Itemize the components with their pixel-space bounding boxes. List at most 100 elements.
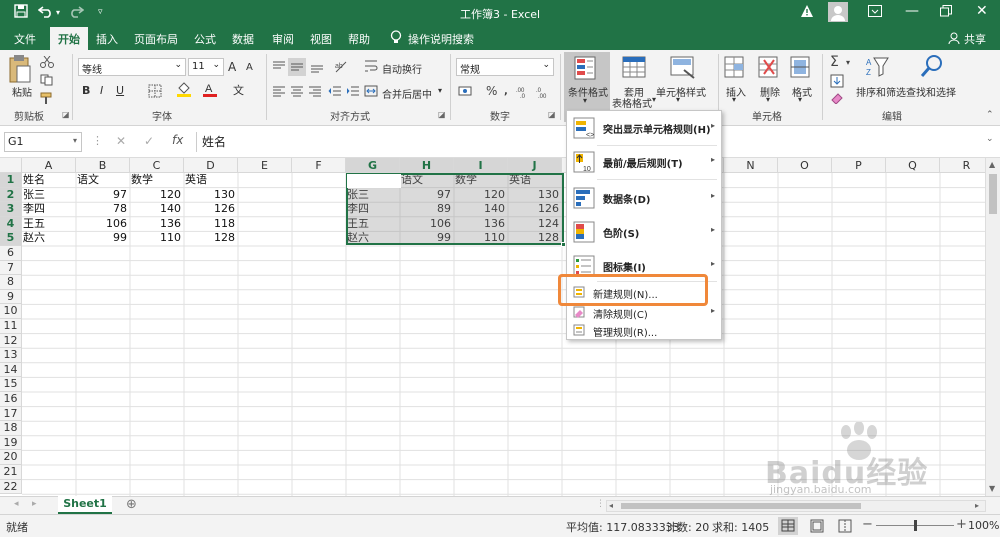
paste-button[interactable]: 粘贴 xyxy=(12,84,32,99)
zoom-in-icon[interactable]: + xyxy=(956,517,967,532)
tab-home[interactable]: 开始 xyxy=(50,27,88,50)
cell[interactable]: 数学 xyxy=(131,173,183,188)
fill-icon[interactable] xyxy=(830,74,844,91)
tab-view[interactable]: 视图 xyxy=(310,31,332,47)
font-color-icon[interactable]: A xyxy=(202,82,218,101)
increase-indent-icon[interactable] xyxy=(346,84,360,101)
tab-page-layout[interactable]: 页面布局 xyxy=(134,31,178,47)
minimize-icon[interactable]: — xyxy=(905,3,919,19)
status-sum[interactable]: 求和: 1405 xyxy=(712,519,769,535)
undo-icon[interactable] xyxy=(37,4,54,22)
row-header[interactable]: 1 xyxy=(0,173,22,188)
bold-button[interactable]: B xyxy=(82,84,90,97)
shrink-font-button[interactable]: A xyxy=(246,62,253,73)
column-header[interactable]: I xyxy=(454,158,508,173)
row-header[interactable]: 4 xyxy=(0,216,22,232)
font-name-select[interactable]: 等线 ⌄ xyxy=(78,58,186,76)
autosum-icon[interactable]: Σ xyxy=(830,54,839,70)
row-header[interactable]: 21 xyxy=(0,465,22,480)
close-icon[interactable]: ✕ xyxy=(976,3,988,19)
menu-item-top-bottom-rules[interactable]: 10 最前/最后规则(T) ▸ xyxy=(567,147,721,177)
cell[interactable]: 李四 xyxy=(23,202,75,217)
number-launcher-icon[interactable]: ◪ xyxy=(548,110,556,119)
chevron-down-icon[interactable]: ▾ xyxy=(732,95,736,104)
align-left-icon[interactable] xyxy=(272,84,286,101)
tell-me-search[interactable]: 操作说明搜索 xyxy=(408,31,474,47)
cut-icon[interactable] xyxy=(40,55,54,71)
cell[interactable]: 王五 xyxy=(23,217,75,232)
column-header[interactable]: E xyxy=(238,158,292,173)
add-sheet-icon[interactable]: ⊕ xyxy=(126,497,137,512)
format-as-table-icon[interactable] xyxy=(622,56,646,83)
row-header[interactable]: 19 xyxy=(0,435,22,451)
cell[interactable]: 110 xyxy=(131,231,183,246)
merge-dropdown-icon[interactable]: ▾ xyxy=(438,86,442,95)
column-header[interactable]: C xyxy=(130,158,184,173)
tab-data[interactable]: 数据 xyxy=(232,31,254,47)
align-center-icon[interactable] xyxy=(290,84,304,101)
decrease-decimal-icon[interactable]: .0.00 xyxy=(536,84,552,101)
phonetic-icon[interactable]: 文 xyxy=(232,82,248,101)
worksheet-grid[interactable]: ABCDEFGHIJKLMNOPQR1234567891011121314151… xyxy=(0,158,1000,496)
row-header[interactable]: 22 xyxy=(0,479,22,495)
grow-font-button[interactable]: A xyxy=(228,60,236,74)
column-header[interactable]: P xyxy=(832,158,886,173)
menu-item-highlight-rules[interactable]: <> 突出显示单元格规则(H) ▸ xyxy=(567,113,721,143)
row-header[interactable]: 7 xyxy=(0,260,22,276)
tab-insert[interactable]: 插入 xyxy=(96,31,118,47)
formula-input[interactable]: 姓名 xyxy=(202,133,226,150)
clear-icon[interactable] xyxy=(830,92,844,107)
wrap-text-button[interactable]: 自动换行 xyxy=(382,61,422,76)
copy-icon[interactable] xyxy=(40,74,54,89)
cell[interactable]: 130 xyxy=(185,188,237,203)
undo-dropdown-icon[interactable]: ▾ xyxy=(56,8,60,17)
number-format-select[interactable]: 常规 ⌄ xyxy=(456,58,554,76)
find-select-icon[interactable] xyxy=(920,54,944,83)
confirm-entry-icon[interactable]: ✓ xyxy=(144,134,154,148)
cell[interactable]: 136 xyxy=(131,217,183,232)
column-header[interactable]: N xyxy=(724,158,778,173)
chevron-down-icon[interactable]: ▾ xyxy=(766,95,770,104)
cell-styles-icon[interactable] xyxy=(670,56,696,83)
comma-style-icon[interactable]: , xyxy=(504,86,508,97)
clipboard-launcher-icon[interactable]: ◪ xyxy=(62,110,70,119)
fill-color-icon[interactable] xyxy=(176,82,192,101)
row-header[interactable]: 9 xyxy=(0,289,22,305)
row-header[interactable]: 14 xyxy=(0,362,22,378)
sort-filter-icon[interactable]: AZ xyxy=(866,56,890,83)
scroll-right-icon[interactable]: ▸ xyxy=(975,501,979,510)
wrap-text-icon[interactable] xyxy=(364,58,378,77)
share-icon[interactable] xyxy=(948,32,960,47)
next-sheet-icon[interactable]: ▸ xyxy=(32,499,37,509)
insert-cells-icon[interactable] xyxy=(724,56,746,83)
cell[interactable]: 120 xyxy=(131,188,183,203)
row-header[interactable]: 2 xyxy=(0,187,22,203)
save-icon[interactable] xyxy=(14,4,28,22)
zoom-slider-thumb[interactable] xyxy=(914,520,917,531)
avatar[interactable] xyxy=(828,2,848,22)
sort-filter-button[interactable]: 排序和筛选 xyxy=(856,84,906,99)
active-cell[interactable] xyxy=(347,174,401,188)
page-break-view-icon[interactable] xyxy=(838,519,852,536)
find-select-button[interactable]: 查找和选择 xyxy=(906,84,956,99)
cell[interactable]: 106 xyxy=(77,217,129,232)
select-all-corner[interactable] xyxy=(0,158,22,173)
increase-decimal-icon[interactable]: .00.0 xyxy=(516,84,532,101)
column-header[interactable]: A xyxy=(22,158,76,173)
scroll-up-icon[interactable]: ▲ xyxy=(989,160,995,169)
row-header[interactable]: 5 xyxy=(0,231,22,246)
align-middle-icon[interactable] xyxy=(288,58,306,76)
column-header[interactable]: Q xyxy=(886,158,940,173)
scroll-left-icon[interactable]: ◂ xyxy=(609,501,613,510)
row-header[interactable]: 16 xyxy=(0,392,22,407)
borders-icon[interactable] xyxy=(148,84,162,101)
row-header[interactable]: 20 xyxy=(0,450,22,465)
decrease-indent-icon[interactable] xyxy=(328,84,342,101)
column-header[interactable]: G xyxy=(346,158,400,173)
name-box[interactable]: G1 ▾ xyxy=(4,132,82,152)
menu-item-color-scales[interactable]: 色阶(S) ▸ xyxy=(567,217,721,247)
chevron-down-icon[interactable]: ▾ xyxy=(676,95,680,104)
column-header[interactable]: B xyxy=(76,158,130,173)
format-painter-icon[interactable] xyxy=(40,92,54,107)
italic-button[interactable]: I xyxy=(100,84,103,97)
